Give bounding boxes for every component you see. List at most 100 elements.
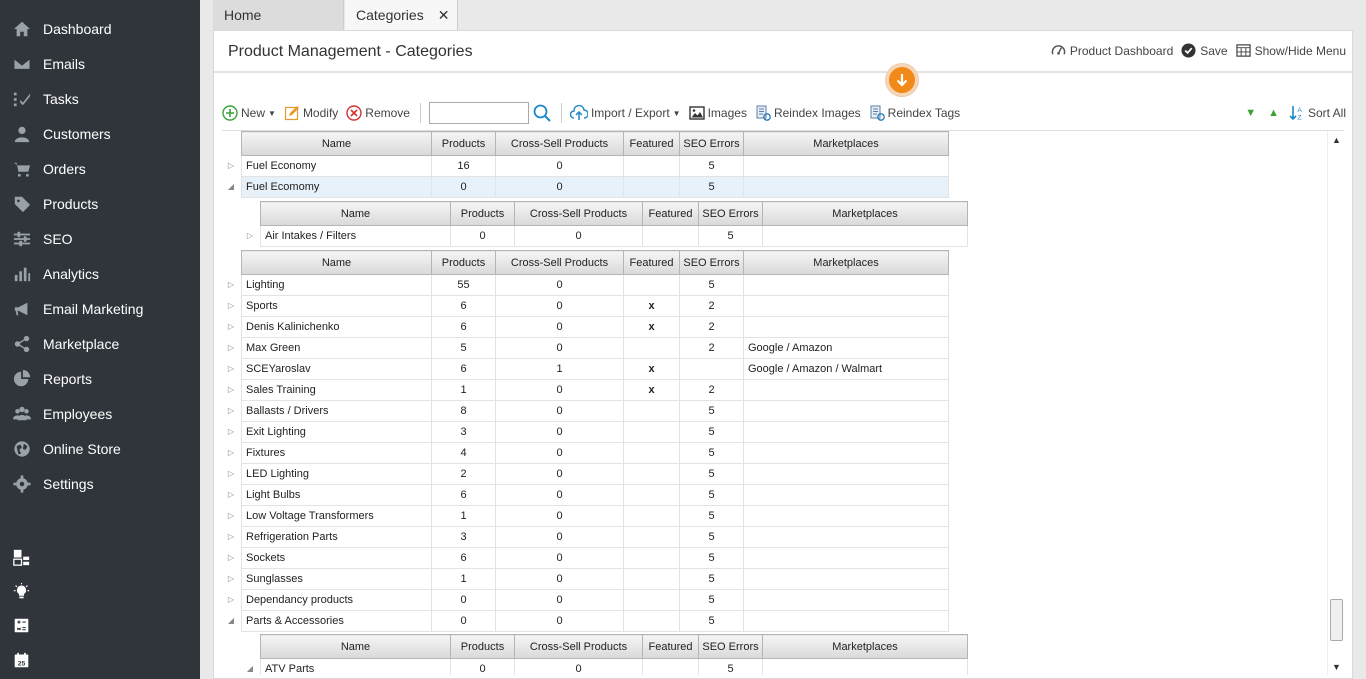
sidebar-item-dashboard[interactable]: Dashboard	[0, 11, 200, 46]
scroll-up-icon[interactable]: ▲	[1328, 131, 1345, 148]
move-up-icon[interactable]: ▲	[1268, 107, 1279, 119]
sidebar-item-settings[interactable]: Settings	[0, 466, 200, 501]
table-row[interactable]: Lighting 55 0 5	[241, 274, 949, 296]
calendar-icon[interactable]: 25	[11, 650, 31, 670]
expand-icon[interactable]: ▷	[222, 379, 240, 400]
expand-icon[interactable]: ▷	[222, 589, 240, 610]
table-row[interactable]: Exit Lighting 3 0 5	[241, 421, 949, 443]
table-row[interactable]: Sunglasses 1 0 5	[241, 568, 949, 590]
column-header-name[interactable]: Name	[241, 250, 432, 275]
sidebar-item-customers[interactable]: Customers	[0, 116, 200, 151]
column-header-seo-errors[interactable]: SEO Errors	[679, 250, 744, 275]
table-row[interactable]: SCEYaroslav 6 1 x Google / Amazon / Walmart	[241, 358, 949, 380]
expand-icon[interactable]: ▷	[222, 316, 240, 337]
sort-all-button[interactable]: AZ Sort All	[1289, 105, 1346, 121]
move-down-icon[interactable]: ▼	[1245, 107, 1256, 119]
expand-icon[interactable]: ▷	[222, 442, 240, 463]
sidebar-item-online-store[interactable]: Online Store	[0, 431, 200, 466]
collapse-icon[interactable]: ◢	[222, 176, 240, 197]
column-header-featured[interactable]: Featured	[623, 250, 680, 275]
expand-icon[interactable]: ▷	[222, 526, 240, 547]
column-header-products[interactable]: Products	[431, 250, 496, 275]
expand-icon[interactable]: ▷	[222, 463, 240, 484]
table-row[interactable]: Dependancy products 0 0 5	[241, 589, 949, 611]
scrollbar-thumb[interactable]	[1330, 599, 1343, 641]
table-row[interactable]: Air Intakes / Filters 0 0 5	[260, 225, 968, 247]
expand-icon[interactable]: ▷	[222, 547, 240, 568]
column-header-marketplaces[interactable]: Marketplaces	[743, 250, 949, 275]
product-dashboard-button[interactable]: Product Dashboard	[1051, 43, 1173, 58]
column-header-marketplaces[interactable]: Marketplaces	[762, 634, 968, 659]
search-button[interactable]	[533, 104, 551, 122]
table-row[interactable]: Fuel Ecomomy 0 0 5	[241, 176, 949, 198]
sidebar-item-analytics[interactable]: Analytics	[0, 256, 200, 291]
table-row[interactable]: LED Lighting 2 0 5	[241, 463, 949, 485]
column-header-featured[interactable]: Featured	[623, 131, 680, 156]
scroll-down-button[interactable]	[886, 64, 918, 96]
sidebar-item-marketplace[interactable]: Marketplace	[0, 326, 200, 361]
table-row[interactable]: Max Green 5 0 2 Google / Amazon	[241, 337, 949, 359]
sidebar-item-seo[interactable]: SEO	[0, 221, 200, 256]
column-header-products[interactable]: Products	[450, 634, 515, 659]
column-header-cross-sell-products[interactable]: Cross-Sell Products	[495, 131, 624, 156]
expand-icon[interactable]: ▷	[222, 274, 240, 295]
table-row[interactable]: Parts & Accessories 0 0 5	[241, 610, 949, 632]
table-row[interactable]: Light Bulbs 6 0 5	[241, 484, 949, 506]
sidebar-item-products[interactable]: Products	[0, 186, 200, 221]
column-header-name[interactable]: Name	[260, 201, 451, 226]
sidebar-item-email-marketing[interactable]: Email Marketing	[0, 291, 200, 326]
reindex-tags-button[interactable]: Reindex Tags	[869, 105, 960, 121]
table-row[interactable]: Sales Training 1 0 x 2	[241, 379, 949, 401]
column-header-seo-errors[interactable]: SEO Errors	[679, 131, 744, 156]
sidebar-item-tasks[interactable]: Tasks	[0, 81, 200, 116]
remove-button[interactable]: Remove	[346, 105, 410, 121]
table-row[interactable]: Low Voltage Transformers 1 0 5	[241, 505, 949, 527]
sidebar-item-emails[interactable]: Emails	[0, 46, 200, 81]
column-header-cross-sell-products[interactable]: Cross-Sell Products	[514, 201, 643, 226]
save-button[interactable]: Save	[1181, 43, 1228, 58]
table-row[interactable]: ATV Parts 0 0 5	[260, 658, 968, 675]
collapse-icon[interactable]: ◢	[241, 658, 259, 675]
sidebar-item-orders[interactable]: Orders	[0, 151, 200, 186]
expand-icon[interactable]: ▷	[222, 400, 240, 421]
expand-icon[interactable]: ▷	[241, 225, 259, 246]
modify-button[interactable]: Modify	[284, 105, 338, 121]
expand-icon[interactable]: ▷	[222, 505, 240, 526]
column-header-featured[interactable]: Featured	[642, 201, 699, 226]
expand-icon[interactable]: ▷	[222, 358, 240, 379]
lightbulb-icon[interactable]	[11, 581, 31, 601]
column-header-cross-sell-products[interactable]: Cross-Sell Products	[495, 250, 624, 275]
close-icon[interactable]: ✕	[438, 7, 450, 23]
column-header-seo-errors[interactable]: SEO Errors	[698, 634, 763, 659]
column-header-marketplaces[interactable]: Marketplaces	[762, 201, 968, 226]
expand-icon[interactable]: ▷	[222, 337, 240, 358]
sidebar-item-employees[interactable]: Employees	[0, 396, 200, 431]
search-input[interactable]	[428, 102, 529, 124]
vertical-scrollbar[interactable]: ▲ ▼	[1327, 131, 1344, 675]
column-header-featured[interactable]: Featured	[642, 634, 699, 659]
table-row[interactable]: Fixtures 4 0 5	[241, 442, 949, 464]
collapse-icon[interactable]: ◢	[222, 610, 240, 631]
table-row[interactable]: Denis Kalinichenko 6 0 x 2	[241, 316, 949, 338]
reindex-images-button[interactable]: Reindex Images	[755, 105, 861, 121]
scroll-down-icon[interactable]: ▼	[1328, 658, 1345, 675]
table-row[interactable]: Fuel Economy 16 0 5	[241, 155, 949, 177]
expand-icon[interactable]: ▷	[222, 155, 240, 176]
column-header-cross-sell-products[interactable]: Cross-Sell Products	[514, 634, 643, 659]
tab-categories[interactable]: Categories ✕	[345, 0, 458, 30]
widgets-icon[interactable]	[11, 547, 31, 567]
expand-icon[interactable]: ▷	[222, 421, 240, 442]
new-button[interactable]: New ▼	[222, 105, 276, 121]
tab-home-dashboard[interactable]: Home Dashboard	[213, 0, 344, 53]
table-row[interactable]: Sockets 6 0 5	[241, 547, 949, 569]
table-row[interactable]: Refrigeration Parts 3 0 5	[241, 526, 949, 548]
column-header-products[interactable]: Products	[450, 201, 515, 226]
images-button[interactable]: Images	[688, 105, 747, 121]
expand-icon[interactable]: ▷	[222, 295, 240, 316]
column-header-name[interactable]: Name	[260, 634, 451, 659]
sidebar-item-reports[interactable]: Reports	[0, 361, 200, 396]
column-header-name[interactable]: Name	[241, 131, 432, 156]
table-row[interactable]: Sports 6 0 x 2	[241, 295, 949, 317]
expand-icon[interactable]: ▷	[222, 568, 240, 589]
table-row[interactable]: Ballasts / Drivers 8 0 5	[241, 400, 949, 422]
